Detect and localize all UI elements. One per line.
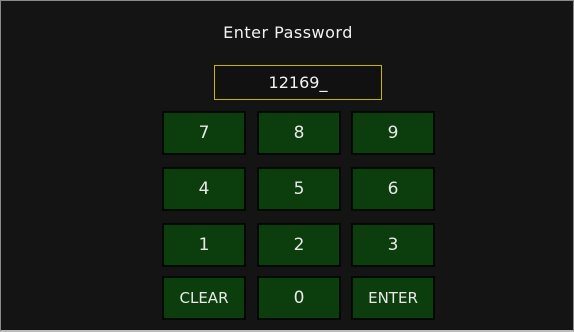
key-9-button[interactable]: 9 — [351, 111, 435, 155]
key-3-button[interactable]: 3 — [351, 223, 435, 267]
enter-button[interactable]: ENTER — [351, 276, 435, 320]
page-title: Enter Password — [223, 23, 353, 42]
key-1-button[interactable]: 1 — [162, 223, 246, 267]
key-7-button[interactable]: 7 — [162, 111, 246, 155]
key-8-button[interactable]: 8 — [257, 111, 341, 155]
password-field[interactable]: 12169_ — [214, 65, 382, 100]
key-2-button[interactable]: 2 — [257, 223, 341, 267]
password-screen: Enter Password 12169_ 7 8 9 4 5 6 1 2 3 … — [0, 0, 574, 332]
key-0-button[interactable]: 0 — [257, 276, 341, 320]
key-6-button[interactable]: 6 — [351, 167, 435, 211]
key-4-button[interactable]: 4 — [162, 167, 246, 211]
clear-button[interactable]: CLEAR — [162, 276, 246, 320]
key-5-button[interactable]: 5 — [257, 167, 341, 211]
